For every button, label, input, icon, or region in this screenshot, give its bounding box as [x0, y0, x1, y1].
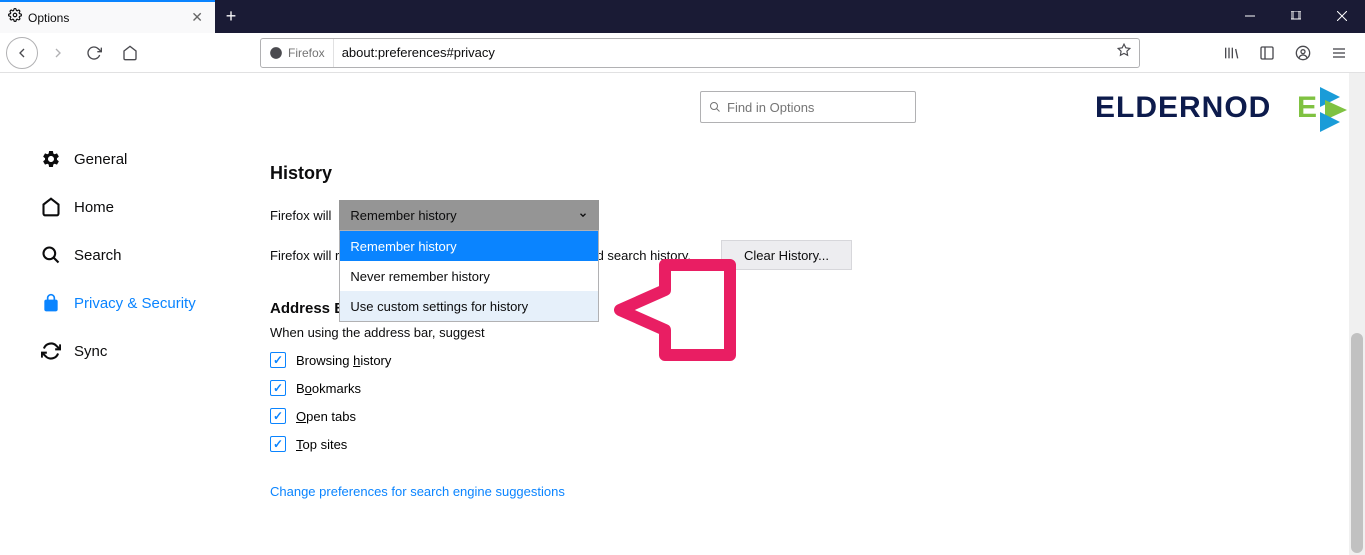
dropdown-option-custom[interactable]: Use custom settings for history [340, 291, 598, 321]
reload-button[interactable] [78, 37, 110, 69]
checkbox-label: Top sites [296, 437, 347, 452]
gear-icon [8, 8, 22, 27]
sidebar-item-general[interactable]: General [40, 135, 240, 183]
lock-icon [40, 292, 62, 314]
eldernode-logo: ELDERNOD E [1095, 82, 1355, 137]
account-button[interactable] [1287, 37, 1319, 69]
dropdown-option-never[interactable]: Never remember history [340, 261, 598, 291]
sync-icon [40, 340, 62, 362]
url-input[interactable] [334, 45, 1109, 60]
window-controls [1227, 0, 1365, 32]
svg-text:ELDERNOD: ELDERNOD [1095, 91, 1271, 124]
addressbar-description: When using the address bar, suggest [270, 325, 1365, 340]
minimize-button[interactable] [1227, 0, 1273, 32]
checkbox[interactable] [270, 408, 286, 424]
chevron-down-icon [578, 208, 588, 223]
history-mode-value: Remember history [350, 208, 456, 223]
menu-button[interactable] [1323, 37, 1355, 69]
checkbox[interactable] [270, 352, 286, 368]
checkbox-row-open-tabs[interactable]: Open tabs [270, 408, 1365, 424]
sidebar-label: Home [74, 199, 114, 216]
tab-title: Options [28, 11, 187, 25]
svg-text:E: E [1297, 91, 1317, 124]
history-dropdown: Remember history Never remember history … [339, 230, 599, 322]
checkbox-row-bookmarks[interactable]: Bookmarks [270, 380, 1365, 396]
close-window-button[interactable] [1319, 0, 1365, 32]
sidebar-label: General [74, 151, 127, 168]
search-suggestions-link[interactable]: Change preferences for search engine sug… [270, 484, 565, 499]
navbar: Firefox [0, 33, 1365, 73]
scrollbar[interactable] [1349, 73, 1365, 555]
forward-button[interactable] [42, 37, 74, 69]
close-tab-icon[interactable]: ✕ [187, 7, 207, 28]
content-area: General Home Search Privacy & Security S… [0, 73, 1365, 555]
maximize-button[interactable] [1273, 0, 1319, 32]
firefox-icon [269, 46, 283, 60]
sidebar-label: Sync [74, 343, 107, 360]
sidebar-item-search[interactable]: Search [40, 231, 240, 279]
history-heading: History [270, 163, 1365, 184]
new-tab-button[interactable]: + [215, 0, 247, 33]
titlebar: Options ✕ + [0, 0, 1365, 33]
checkbox-row-browsing-history[interactable]: Browsing history [270, 352, 1365, 368]
sidebar-item-sync[interactable]: Sync [40, 327, 240, 375]
sidebar: General Home Search Privacy & Security S… [0, 73, 240, 555]
options-search[interactable] [700, 91, 916, 123]
search-icon [709, 101, 721, 113]
home-icon [40, 196, 62, 218]
main-panel: History Firefox will Remember history Re… [240, 73, 1365, 555]
sidebar-item-home[interactable]: Home [40, 183, 240, 231]
history-prefix-label: Firefox will [270, 208, 331, 223]
checkbox[interactable] [270, 380, 286, 396]
checkbox-label: Bookmarks [296, 381, 361, 396]
dropdown-option-remember[interactable]: Remember history [340, 231, 598, 261]
url-prefix-label: Firefox [288, 46, 325, 60]
browser-tab[interactable]: Options ✕ [0, 0, 215, 33]
gear-icon [40, 148, 62, 170]
url-identity[interactable]: Firefox [261, 39, 334, 67]
url-bar[interactable]: Firefox [260, 38, 1140, 68]
scroll-thumb[interactable] [1351, 333, 1363, 553]
search-icon [40, 244, 62, 266]
checkbox-label: Open tabs [296, 409, 356, 424]
checkbox-label: Browsing history [296, 353, 391, 368]
clear-history-button[interactable]: Clear History... [721, 240, 852, 270]
options-search-input[interactable] [727, 100, 907, 115]
sidebar-label: Search [74, 247, 122, 264]
library-button[interactable] [1215, 37, 1247, 69]
checkbox[interactable] [270, 436, 286, 452]
history-mode-select[interactable]: Remember history [339, 200, 599, 230]
sidebar-item-privacy[interactable]: Privacy & Security [40, 279, 240, 327]
back-button[interactable] [6, 37, 38, 69]
home-button[interactable] [114, 37, 146, 69]
checkbox-row-top-sites[interactable]: Top sites [270, 436, 1365, 452]
sidebar-label: Privacy & Security [74, 295, 196, 312]
bookmark-star-icon[interactable] [1109, 43, 1139, 62]
sidebar-button[interactable] [1251, 37, 1283, 69]
